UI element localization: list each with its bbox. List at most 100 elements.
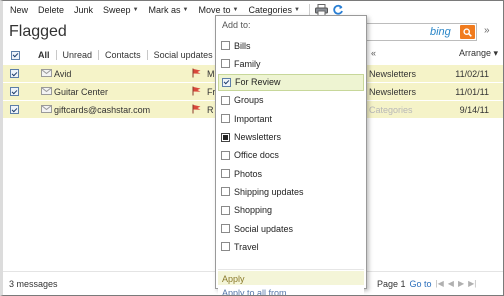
- envelope-icon: [41, 69, 52, 77]
- message-folder: Newsletters: [369, 69, 417, 79]
- chevron-down-icon: ▼: [294, 6, 300, 13]
- message-checkbox[interactable]: [10, 87, 19, 96]
- sweep-label: Sweep: [103, 4, 131, 15]
- chevron-down-icon: ▾: [493, 48, 499, 58]
- category-item[interactable]: Family: [218, 55, 364, 72]
- apply-to-all-link[interactable]: Apply to all from...: [218, 285, 364, 295]
- category-item[interactable]: Shopping: [218, 202, 364, 219]
- pager: Page 1 Go to |◀ ◀ ▶ ▶|: [377, 279, 476, 289]
- category-item[interactable]: Bills: [218, 37, 364, 54]
- previous-link[interactable]: «: [371, 48, 376, 58]
- message-subject: R: [207, 105, 214, 115]
- folder-title: Flagged: [9, 23, 67, 40]
- message-folder: Categories: [369, 105, 413, 115]
- category-label: Important: [234, 113, 273, 124]
- search-input[interactable]: bing: [351, 23, 477, 41]
- message-count: 3 messages: [9, 278, 58, 289]
- message-sender: Guitar Center: [54, 87, 109, 97]
- category-label: Shipping updates: [234, 186, 304, 197]
- flag-icon: [192, 86, 201, 96]
- category-label: Newsletters: [234, 132, 282, 142]
- category-checkbox[interactable]: [221, 242, 230, 252]
- go-to-link[interactable]: Go to: [410, 279, 432, 289]
- filter-unread[interactable]: Unread: [57, 50, 99, 60]
- category-checkbox[interactable]: [221, 59, 230, 69]
- category-item[interactable]: For Review: [218, 73, 364, 91]
- move-to-menu-button[interactable]: Move to ▼: [194, 5, 244, 15]
- message-checkbox[interactable]: [10, 69, 19, 78]
- bing-logo: bing: [430, 26, 451, 38]
- categories-menu-button[interactable]: Categories ▼: [243, 5, 304, 15]
- menu-header: Add to:: [222, 20, 251, 30]
- category-item[interactable]: Important: [218, 110, 364, 127]
- category-item[interactable]: Photos: [218, 165, 364, 182]
- arrange-label: Arrange: [459, 48, 492, 58]
- page-indicator: Page 1: [377, 278, 406, 289]
- arrange-menu-button[interactable]: Arrange ▾: [459, 48, 498, 59]
- category-checkbox[interactable]: [221, 224, 230, 233]
- mail-window: New Delete Junk Sweep ▼ Mark as ▼ Move to ▼…: [0, 0, 504, 296]
- chevron-down-icon: ▼: [232, 6, 239, 13]
- delete-button[interactable]: Delete: [33, 5, 69, 15]
- message-date: 11/02/11: [455, 69, 489, 79]
- first-page-icon[interactable]: |◀: [436, 279, 444, 288]
- category-item[interactable]: Travel: [218, 238, 364, 255]
- filter-all[interactable]: All: [32, 50, 56, 60]
- category-label: Social updates: [234, 223, 294, 234]
- junk-button[interactable]: Junk: [69, 5, 98, 15]
- message-folder: Newsletters: [369, 87, 417, 97]
- last-page-icon[interactable]: ▶|: [468, 279, 476, 288]
- mark-as-label: Mark as: [148, 4, 181, 15]
- new-button[interactable]: New: [5, 5, 33, 15]
- search-button[interactable]: [460, 25, 475, 39]
- message-sender: giftcards@cashstar.com: [54, 105, 151, 115]
- category-item[interactable]: Newsletters: [218, 129, 364, 146]
- category-label: Groups: [234, 95, 264, 106]
- message-date: 9/14/11: [459, 105, 489, 115]
- category-item[interactable]: Shipping updates: [218, 183, 364, 200]
- flag-icon: [192, 104, 201, 114]
- category-label: Bills: [234, 40, 251, 51]
- category-label: For Review: [235, 77, 281, 88]
- chevron-down-icon: ▼: [132, 6, 139, 13]
- envelope-icon: [41, 105, 52, 113]
- previous-page-icon[interactable]: ◀: [448, 279, 454, 288]
- category-checkbox[interactable]: [221, 187, 230, 197]
- category-label: Shopping: [234, 205, 273, 216]
- flag-icon: [192, 68, 201, 78]
- select-all-checkbox[interactable]: [11, 50, 20, 60]
- category-checkbox[interactable]: [221, 95, 230, 105]
- apply-button[interactable]: Apply: [218, 271, 364, 286]
- toolbar-divider: [308, 3, 310, 16]
- message-sender: Avid: [54, 69, 72, 79]
- category-checkbox[interactable]: [221, 41, 230, 50]
- delete-label: Delete: [38, 4, 65, 15]
- category-checkbox[interactable]: [221, 114, 230, 124]
- chevron-down-icon: ▼: [182, 6, 189, 13]
- mark-as-menu-button[interactable]: Mark as ▼: [144, 5, 194, 15]
- category-checkbox[interactable]: [221, 150, 230, 160]
- category-item[interactable]: Social updates: [218, 220, 364, 237]
- next-page-icon[interactable]: ▶: [458, 279, 464, 288]
- collapse-chevron-icon[interactable]: »: [484, 25, 490, 36]
- junk-label: Junk: [74, 4, 94, 15]
- category-item[interactable]: Office docs: [218, 147, 364, 164]
- category-label: Photos: [234, 168, 263, 179]
- envelope-icon: [41, 87, 52, 95]
- category-label: Travel: [234, 241, 259, 252]
- category-checkbox[interactable]: [221, 205, 230, 215]
- move-to-label: Move to: [198, 4, 231, 15]
- sweep-menu-button[interactable]: Sweep ▼: [98, 5, 143, 15]
- message-checkbox[interactable]: [10, 105, 19, 114]
- search-icon: [463, 27, 472, 37]
- category-item[interactable]: Groups: [218, 92, 364, 109]
- categories-dropdown: Add to: Bills Family For Review Groups Impor…: [215, 15, 367, 295]
- filter-contacts[interactable]: Contacts: [99, 50, 147, 60]
- category-checkbox[interactable]: [221, 132, 230, 142]
- filter-social-updates[interactable]: Social updates: [148, 50, 219, 60]
- category-checkbox[interactable]: [221, 169, 230, 179]
- category-checkbox[interactable]: [222, 77, 231, 87]
- categories-label: Categories: [248, 4, 292, 15]
- message-date: 11/01/11: [455, 87, 489, 97]
- menu-divider: [218, 269, 364, 270]
